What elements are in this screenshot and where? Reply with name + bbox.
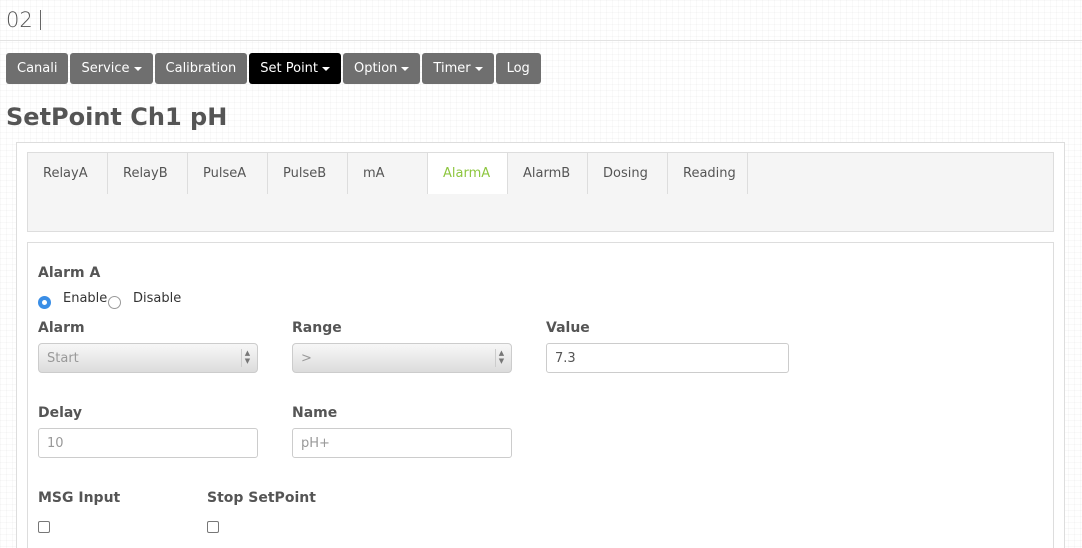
alarm-form-panel — [27, 242, 1054, 548]
value-label: Value — [546, 320, 590, 336]
header-title: 02 — [6, 8, 41, 32]
nav-log-label: Log — [506, 61, 530, 76]
value-input[interactable] — [546, 343, 789, 373]
tab-alarm-b[interactable]: AlarmB — [508, 153, 588, 194]
nav-calibration-label: Calibration — [165, 61, 237, 76]
name-label: Name — [292, 405, 338, 421]
tab-relay-a[interactable]: RelayA — [28, 153, 108, 194]
tab-pulse-a[interactable]: PulseA — [188, 153, 268, 194]
tab-row: RelayA RelayB PulseA PulseB mA AlarmA Al… — [28, 153, 748, 194]
tab-ma[interactable]: mA — [348, 153, 428, 194]
delay-input[interactable] — [38, 428, 258, 458]
nav-service-label: Service — [81, 61, 130, 76]
caret-down-icon — [401, 66, 410, 71]
text-cursor — [39, 10, 41, 30]
tab-pulse-b[interactable]: PulseB — [268, 153, 348, 194]
msg-input-label: MSG Input — [38, 490, 121, 506]
disable-radio[interactable] — [108, 296, 121, 309]
caret-down-icon — [133, 66, 142, 71]
stop-setpoint-label: Stop SetPoint — [207, 490, 316, 506]
name-input[interactable] — [292, 428, 512, 458]
range-select[interactable]: > ▲ ▼ — [292, 343, 512, 373]
enable-radio[interactable] — [38, 296, 51, 309]
alarm-a-section-title: Alarm A — [38, 265, 101, 281]
nav-canali-label: Canali — [17, 61, 58, 76]
nav-option-button[interactable]: Option — [343, 53, 421, 84]
delay-label: Delay — [38, 405, 83, 421]
nav-canali-button[interactable]: Canali — [6, 53, 69, 84]
nav-calibration-button[interactable]: Calibration — [154, 53, 248, 84]
header-bar: 02 — [0, 0, 1082, 41]
caret-down-icon — [322, 66, 331, 71]
tab-relay-b[interactable]: RelayB — [108, 153, 188, 194]
nav-service-button[interactable]: Service — [70, 53, 153, 84]
disable-radio-label: Disable — [133, 291, 182, 306]
tab-reading[interactable]: Reading — [668, 153, 748, 194]
tabs-container: RelayA RelayB PulseA PulseB mA AlarmA Al… — [27, 152, 1054, 232]
enable-radio-label: Enable — [63, 291, 108, 306]
nav-timer-button[interactable]: Timer — [422, 53, 494, 84]
nav-option-label: Option — [354, 61, 398, 76]
select-arrows-icon: ▲ ▼ — [241, 349, 253, 367]
alarm-select[interactable]: Start ▲ ▼ — [38, 343, 258, 373]
stop-setpoint-checkbox[interactable] — [207, 521, 219, 533]
alarm-select-value: Start — [47, 350, 79, 366]
range-label: Range — [292, 320, 342, 336]
range-select-value: > — [301, 350, 312, 366]
tab-dosing[interactable]: Dosing — [588, 153, 668, 194]
page-title: SetPoint Ch1 pH — [6, 103, 228, 131]
main-nav: Canali Service Calibration Set Point Opt… — [6, 53, 541, 84]
nav-timer-label: Timer — [433, 61, 471, 76]
msg-input-checkbox[interactable] — [38, 521, 50, 533]
tab-alarm-a[interactable]: AlarmA — [428, 153, 508, 194]
alarm-label: Alarm — [38, 320, 85, 336]
header-title-text: 02 — [6, 8, 33, 32]
nav-log-button[interactable]: Log — [495, 53, 541, 84]
nav-set-point-button[interactable]: Set Point — [249, 53, 342, 84]
caret-down-icon — [474, 66, 483, 71]
nav-set-point-label: Set Point — [260, 61, 319, 76]
select-arrows-icon: ▲ ▼ — [495, 349, 507, 367]
